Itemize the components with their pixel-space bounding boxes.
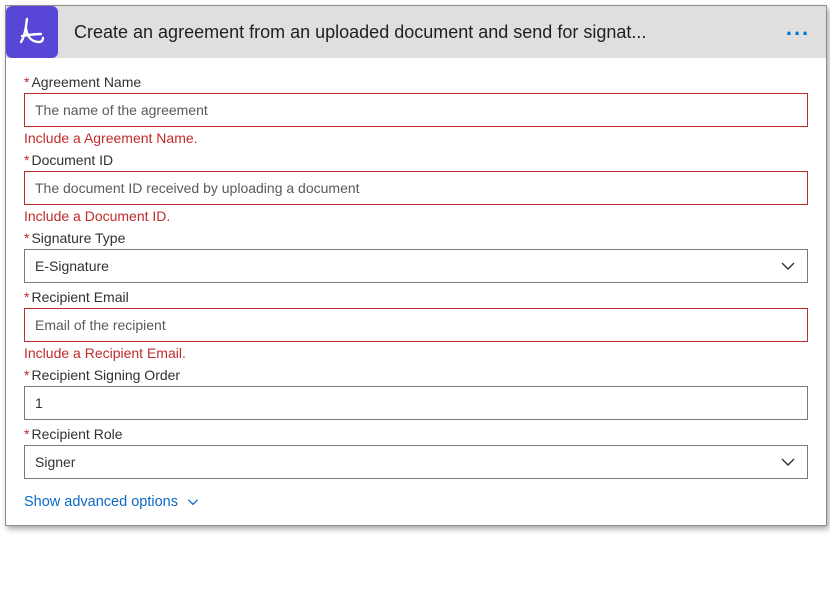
agreement-name-input-wrap xyxy=(24,93,808,127)
recipient-email-error: Include a Recipient Email. xyxy=(24,345,808,361)
adobe-sign-icon xyxy=(6,6,58,58)
action-card: Create an agreement from an uploaded doc… xyxy=(5,5,827,526)
signature-type-label: *Signature Type xyxy=(24,230,808,246)
card-header: Create an agreement from an uploaded doc… xyxy=(6,6,826,58)
agreement-name-label: *Agreement Name xyxy=(24,74,808,90)
document-id-input[interactable] xyxy=(35,180,797,196)
chevron-down-icon xyxy=(184,493,202,511)
show-advanced-options-link[interactable]: Show advanced options xyxy=(24,493,202,511)
recipient-role-select[interactable]: Signer xyxy=(24,445,808,479)
recipient-email-input[interactable] xyxy=(35,317,797,333)
signature-type-value: E-Signature xyxy=(35,258,109,274)
advanced-options-label: Show advanced options xyxy=(24,494,178,510)
recipient-signing-order-input[interactable] xyxy=(35,395,797,411)
document-id-label: *Document ID xyxy=(24,152,808,168)
agreement-name-input[interactable] xyxy=(35,102,797,118)
document-id-error: Include a Document ID. xyxy=(24,208,808,224)
recipient-signing-order-input-wrap xyxy=(24,386,808,420)
recipient-role-label: *Recipient Role xyxy=(24,426,808,442)
chevron-down-icon xyxy=(779,453,797,471)
agreement-name-error: Include a Agreement Name. xyxy=(24,130,808,146)
recipient-email-input-wrap xyxy=(24,308,808,342)
form-body: *Agreement Name Include a Agreement Name… xyxy=(6,58,826,525)
card-title: Create an agreement from an uploaded doc… xyxy=(58,22,778,43)
signature-type-select[interactable]: E-Signature xyxy=(24,249,808,283)
chevron-down-icon xyxy=(779,257,797,275)
card-menu-button[interactable]: ... xyxy=(778,15,818,49)
recipient-role-value: Signer xyxy=(35,454,75,470)
recipient-signing-order-label: *Recipient Signing Order xyxy=(24,367,808,383)
document-id-input-wrap xyxy=(24,171,808,205)
recipient-email-label: *Recipient Email xyxy=(24,289,808,305)
